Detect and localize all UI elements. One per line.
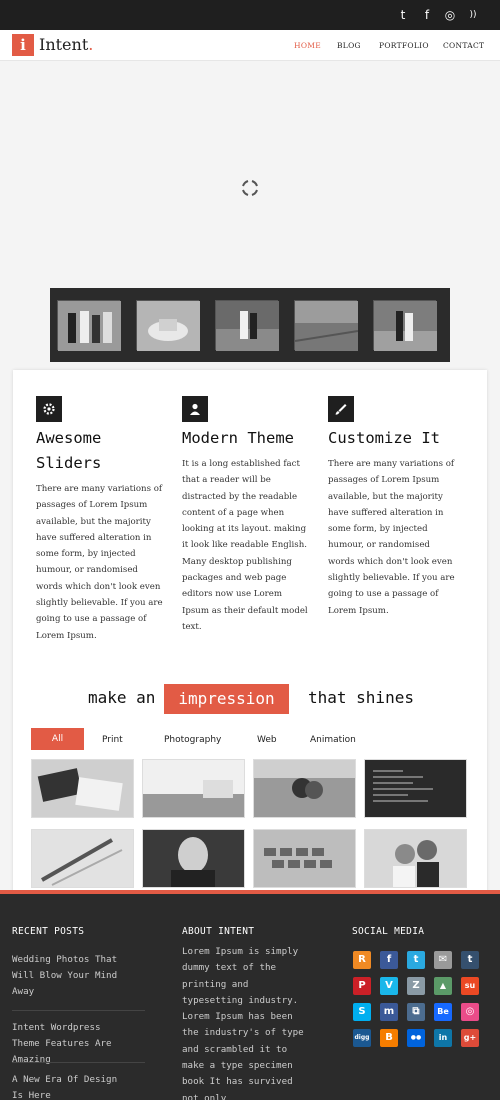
recent-post-link[interactable]: A New Era Of Design Is Here (12, 1072, 132, 1100)
feature-title: Awesome Sliders (36, 429, 102, 472)
twitter-icon[interactable]: t (407, 951, 425, 969)
email-icon[interactable]: ✉ (434, 951, 452, 969)
forrst-icon[interactable]: ▲ (434, 977, 452, 995)
brand-dot: . (88, 35, 94, 54)
post-divider (12, 1062, 145, 1063)
tumblr-icon[interactable]: t (461, 951, 479, 969)
portfolio-item[interactable] (31, 759, 134, 818)
post-divider (12, 1010, 145, 1011)
nav-portfolio[interactable]: PORTFOLIO (379, 41, 429, 50)
stumbleupon-icon[interactable]: su (461, 977, 479, 995)
recent-posts-heading: RECENT POSTS (12, 926, 85, 937)
share-icon[interactable]: ⧉ (407, 1003, 425, 1021)
slider-thumb[interactable] (215, 300, 279, 351)
slider-thumb[interactable] (136, 300, 200, 351)
logo-mark: i (12, 34, 34, 56)
feature-body: There are many variations of passages of… (328, 459, 455, 616)
about-text: Lorem Ipsum is simply dummy text of the … (182, 946, 304, 1100)
site-header: i Intent. HOME BLOG PORTFOLIO CONTACT (0, 30, 500, 61)
filter-all[interactable]: All (31, 728, 84, 750)
nav-contact[interactable]: CONTACT (443, 41, 484, 50)
top-bar: t f ◎ )) (0, 0, 500, 30)
vimeo-icon[interactable]: V (380, 977, 398, 995)
googleplus-icon[interactable]: g+ (461, 1029, 479, 1047)
dribbble-icon[interactable]: ◎ (443, 8, 457, 22)
blogger-icon[interactable]: B (380, 1029, 398, 1047)
rss-icon[interactable]: R (353, 951, 371, 969)
portfolio-item[interactable] (142, 759, 245, 818)
social-media-heading: SOCIAL MEDIA (352, 926, 425, 937)
logo-text: Intent. (39, 35, 93, 54)
filter-photography[interactable]: Photography (164, 735, 221, 745)
facebook-icon[interactable]: f (420, 8, 434, 22)
recent-post-link[interactable]: Intent Wordpress Theme Features Are Amaz… (12, 1020, 132, 1068)
nav-home[interactable]: HOME (294, 41, 321, 50)
gear-icon (36, 396, 62, 422)
zerply-icon[interactable]: Z (407, 977, 425, 995)
filter-animation[interactable]: Animation (310, 735, 356, 745)
nav-blog[interactable]: BLOG (337, 41, 361, 50)
feature-title: Modern Theme (182, 429, 294, 447)
feature-body: There are many variations of passages of… (36, 484, 163, 641)
slider-thumb[interactable] (294, 300, 359, 351)
portfolio-item[interactable] (142, 829, 245, 888)
recent-post-link[interactable]: Wedding Photos That Will Blow Your Mind … (12, 952, 132, 1000)
tagline-after: that shines (308, 688, 414, 707)
tagline-highlight: impression (164, 684, 289, 714)
pinterest-icon[interactable]: P (353, 977, 371, 995)
portfolio-item[interactable] (364, 829, 467, 888)
portfolio-item[interactable] (364, 759, 467, 818)
flickr-icon[interactable]: ●● (407, 1029, 425, 1047)
skype-icon[interactable]: S (353, 1003, 371, 1021)
portfolio-item[interactable] (31, 829, 134, 888)
spinner-icon (242, 180, 258, 196)
rss-icon[interactable]: )) (466, 8, 480, 22)
filter-print[interactable]: Print (102, 735, 123, 745)
brand-name: Intent (39, 35, 89, 54)
brush-icon (328, 396, 354, 422)
user-icon (182, 396, 208, 422)
tagline-before: make an (88, 688, 156, 707)
digg-icon[interactable]: digg (353, 1029, 371, 1047)
feature-title: Customize It (328, 429, 440, 447)
slider-thumb[interactable] (373, 300, 437, 351)
twitter-icon[interactable]: t (396, 8, 410, 22)
linkedin-icon[interactable]: in (434, 1029, 452, 1047)
slider-thumb[interactable] (57, 300, 121, 351)
myspace-icon[interactable]: m (380, 1003, 398, 1021)
feature-body: It is a long established fact that a rea… (182, 459, 308, 632)
portfolio-item[interactable] (253, 759, 356, 818)
filter-web[interactable]: Web (257, 735, 277, 745)
dribbble-icon[interactable]: ◎ (461, 1003, 479, 1021)
slider-thumbnails (50, 288, 450, 362)
behance-icon[interactable]: Be (434, 1003, 452, 1021)
portfolio-item[interactable] (253, 829, 356, 888)
facebook-icon[interactable]: f (380, 951, 398, 969)
about-heading: ABOUT INTENT (182, 926, 255, 937)
